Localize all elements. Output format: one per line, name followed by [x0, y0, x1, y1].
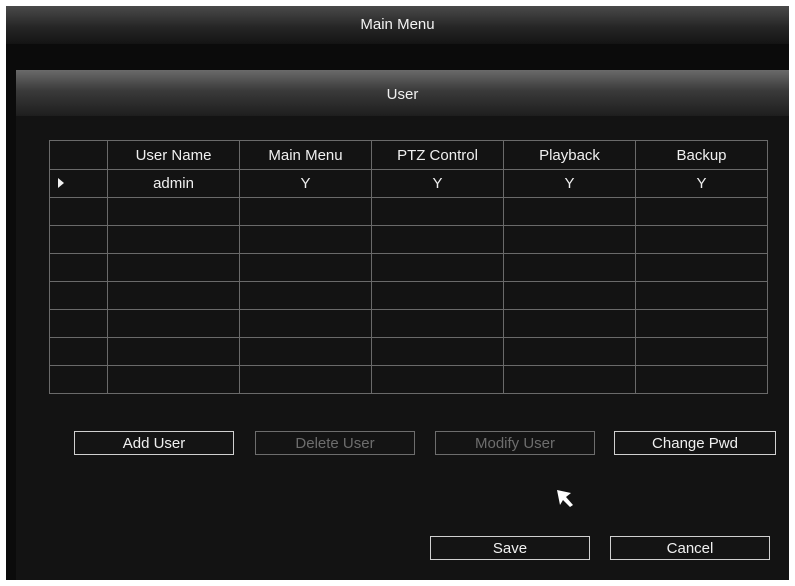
cell-playback [503, 365, 636, 394]
cell-main-menu [239, 365, 372, 394]
column-header-user-name: User Name [107, 140, 240, 170]
cell-backup [635, 197, 768, 226]
column-header-main-menu: Main Menu [239, 140, 372, 170]
row-selector [49, 365, 108, 394]
cell-user-name: admin [107, 169, 240, 198]
cell-backup [635, 309, 768, 338]
column-header-selector [49, 140, 108, 170]
table-row[interactable] [49, 197, 768, 226]
table-row[interactable] [49, 253, 768, 282]
change-password-button[interactable]: Change Pwd [614, 431, 776, 455]
save-button[interactable]: Save [430, 536, 590, 560]
cell-backup [635, 337, 768, 366]
cell-playback [503, 253, 636, 282]
cell-playback [503, 197, 636, 226]
column-header-playback: Playback [503, 140, 636, 170]
cell-user-name [107, 197, 240, 226]
main-menu-window: Main Menu User User Name Main Menu PTZ C… [6, 6, 789, 580]
column-header-ptz-control: PTZ Control [371, 140, 504, 170]
cancel-button[interactable]: Cancel [610, 536, 770, 560]
row-selector [49, 169, 108, 198]
cell-ptz-control [371, 225, 504, 254]
cell-ptz-control [371, 197, 504, 226]
table-row[interactable] [49, 225, 768, 254]
cell-user-name [107, 253, 240, 282]
cell-main-menu [239, 197, 372, 226]
cell-ptz-control [371, 281, 504, 310]
panel-title: User [16, 70, 789, 116]
window-title: Main Menu [6, 6, 789, 44]
cell-user-name [107, 337, 240, 366]
table-row[interactable]: admin Y Y Y Y [49, 169, 768, 198]
cell-ptz-control: Y [371, 169, 504, 198]
add-user-button[interactable]: Add User [74, 431, 234, 455]
cell-backup [635, 225, 768, 254]
row-selector [49, 281, 108, 310]
cell-playback [503, 337, 636, 366]
row-selector [49, 309, 108, 338]
user-table: User Name Main Menu PTZ Control Playback… [49, 140, 768, 394]
table-header-row: User Name Main Menu PTZ Control Playback… [49, 140, 768, 170]
cell-user-name [107, 225, 240, 254]
table-row[interactable] [49, 337, 768, 366]
cell-backup [635, 281, 768, 310]
table-row[interactable] [49, 365, 768, 394]
cell-main-menu: Y [239, 169, 372, 198]
cell-user-name [107, 365, 240, 394]
cell-main-menu [239, 309, 372, 338]
cell-main-menu [239, 337, 372, 366]
cell-playback [503, 309, 636, 338]
cell-backup [635, 253, 768, 282]
row-selector [49, 253, 108, 282]
cell-playback [503, 225, 636, 254]
cell-ptz-control [371, 253, 504, 282]
cell-playback: Y [503, 169, 636, 198]
cell-backup: Y [635, 169, 768, 198]
selector-arrow-icon [57, 178, 64, 188]
cell-user-name [107, 309, 240, 338]
user-panel: User User Name Main Menu PTZ Control Pla… [16, 70, 789, 580]
cell-ptz-control [371, 309, 504, 338]
cell-main-menu [239, 225, 372, 254]
row-selector [49, 197, 108, 226]
cell-backup [635, 365, 768, 394]
table-row[interactable] [49, 281, 768, 310]
cell-main-menu [239, 253, 372, 282]
mouse-pointer-icon [556, 489, 576, 514]
modify-user-button[interactable]: Modify User [435, 431, 595, 455]
cell-user-name [107, 281, 240, 310]
cell-main-menu [239, 281, 372, 310]
row-selector [49, 225, 108, 254]
cell-playback [503, 281, 636, 310]
column-header-backup: Backup [635, 140, 768, 170]
row-selector [49, 337, 108, 366]
delete-user-button[interactable]: Delete User [255, 431, 415, 455]
cell-ptz-control [371, 337, 504, 366]
cell-ptz-control [371, 365, 504, 394]
table-row[interactable] [49, 309, 768, 338]
